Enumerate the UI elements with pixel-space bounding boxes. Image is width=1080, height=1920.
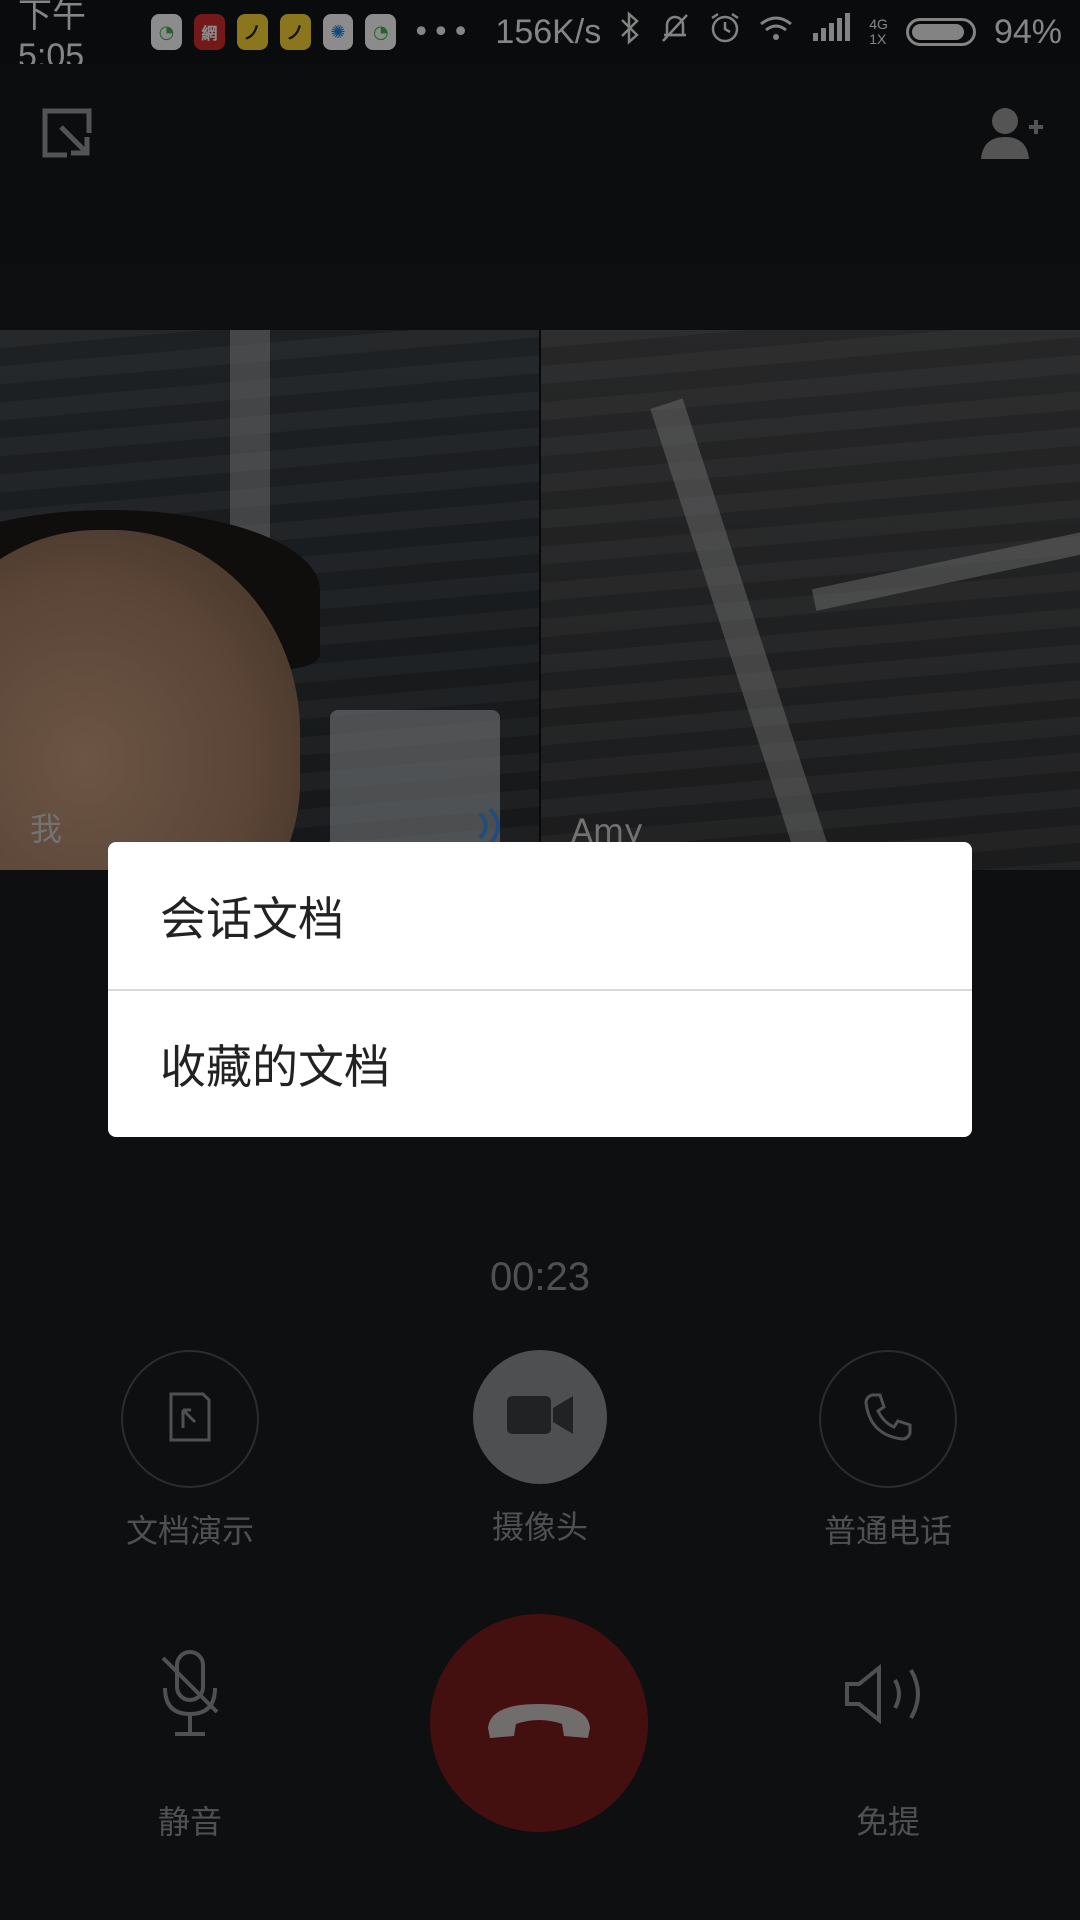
session-documents-option[interactable]: 会话文档 — [108, 842, 972, 989]
document-source-dialog: 会话文档 收藏的文档 — [108, 842, 972, 1137]
favorite-documents-option[interactable]: 收藏的文档 — [108, 989, 972, 1136]
